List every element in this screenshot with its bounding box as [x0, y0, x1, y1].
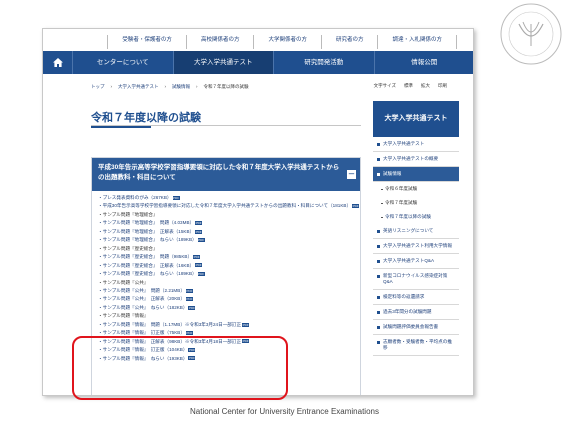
pdf-icon: PDF	[195, 263, 203, 268]
list-item-label: サンプル問題『歴史総合』	[102, 245, 158, 251]
nav-research[interactable]: 研究開発活動	[274, 51, 375, 74]
print-button[interactable]: 印刷	[438, 83, 447, 89]
title-underline	[91, 126, 151, 128]
document-link[interactable]: ・サンプル問題『歴史総合』 正解表（16KB） PDF	[98, 262, 354, 270]
list-item-label: サンプル問題『歴史総合』 ねらい（189KB）	[102, 271, 197, 277]
font-size-label: 文字サイズ	[373, 83, 396, 88]
list-item-label: サンプル問題『公共』	[102, 279, 149, 285]
sidebar-item[interactable]: 志願者数・受験者数・平均点の推移	[373, 335, 459, 356]
document-link[interactable]: ・サンプル問題『情報』 問題（1.17MB）※令和3年3月24日一部訂正 PDF	[98, 321, 354, 329]
document-link[interactable]: ・平成30年告示高等学校学習指導要領に対応した令和７年度大学入学共通テストからの…	[98, 202, 360, 210]
breadcrumb-top[interactable]: トップ	[91, 84, 105, 90]
sidebar-item[interactable]: 令和７年度試験	[373, 196, 459, 210]
highlight-box	[72, 336, 288, 400]
document-link[interactable]: ・サンプル問題『公共』 問題（2.21MB） PDF	[98, 287, 354, 295]
list-item-label: サンプル問題『情報』	[102, 313, 149, 319]
toplink-procurement[interactable]: 調達・入札関係の方	[378, 35, 457, 49]
document-link[interactable]: ・プレス発表資料のがみ（267KB） PDF	[98, 194, 354, 202]
toplink-researchers[interactable]: 研究者の方	[322, 35, 379, 49]
pdf-icon: PDF	[195, 221, 203, 226]
nav-about[interactable]: センターについて	[73, 51, 174, 74]
breadcrumb: トップ › 大学入学共通テスト › 試験情報 › 令和７年度以降の試験	[91, 84, 249, 90]
sidebar-item[interactable]: 大学入学共通テストQ&A	[373, 254, 459, 269]
sidebar-item[interactable]: 大学入学共通テストの概要	[373, 152, 459, 167]
home-icon	[52, 58, 63, 67]
breadcrumb-exam-info[interactable]: 試験情報	[172, 84, 190, 90]
document-link[interactable]: ・サンプル問題『地理総合』 問題（4.03MB） PDF	[98, 219, 354, 227]
list-heading: ・サンプル問題『公共』	[98, 279, 149, 285]
pdf-icon: PDF	[195, 229, 203, 234]
breadcrumb-current: 令和７年度以降の試験	[203, 84, 249, 89]
sidebar: 大学入学共通テスト 大学入学共通テスト 大学入学共通テストの概要 試験情報 令和６年度…	[373, 101, 459, 356]
sidebar-item[interactable]: 令和６年度試験	[373, 182, 459, 196]
sidebar-item[interactable]: 英語リスニングについて	[373, 224, 459, 239]
font-size-large-button[interactable]: 拡大	[421, 83, 430, 89]
pdf-icon: PDF	[193, 254, 201, 259]
list-item-label: サンプル問題『地理総合』 ねらい（189KB）	[102, 237, 197, 243]
list-item-label: サンプル問題『地理総合』 正解表（15KB）	[102, 228, 195, 234]
panel-header: 平成30年告示高等学校学習指導要領に対応した令和７年度大学入学共通テストからの出…	[92, 158, 360, 191]
sidebar-item[interactable]: 大学入学共通テスト	[373, 137, 459, 152]
pdf-icon: PDF	[242, 322, 250, 327]
panel-title: 平成30年告示高等学校学習指導要領に対応した令和７年度大学入学共通テストからの出…	[98, 164, 340, 181]
slide-caption: National Center for University Entrance …	[190, 407, 379, 416]
collapse-button[interactable]: －	[347, 170, 356, 179]
list-item-label: サンプル問題『歴史総合』 問題（985KB）	[102, 254, 193, 260]
sidebar-item[interactable]: 試験問題評価委員会報告書	[373, 320, 459, 335]
list-item-label: サンプル問題『地理総合』 問題（4.03MB）	[102, 220, 195, 226]
logo-seal-icon	[500, 3, 562, 65]
list-heading: ・サンプル問題『地理総合』	[98, 211, 158, 217]
list-item-label: サンプル問題『公共』 ねらい（182KB）	[102, 304, 188, 310]
home-button[interactable]	[43, 51, 73, 74]
document-link[interactable]: ・サンプル問題『公共』 正解表（20KB） PDF	[98, 295, 354, 303]
document-link[interactable]: ・サンプル問題『公共』 ねらい（182KB） PDF	[98, 304, 354, 312]
pdf-icon: PDF	[185, 288, 193, 293]
document-link[interactable]: ・サンプル問題『歴史総合』 問題（985KB） PDF	[98, 253, 354, 261]
pdf-icon: PDF	[188, 305, 196, 310]
list-item-label: サンプル問題『情報』 問題（1.17MB）※令和3年3月24日一部訂正	[102, 321, 242, 327]
sidebar-title: 大学入学共通テスト	[373, 101, 459, 137]
list-item-label: サンプル問題『公共』 問題（2.21MB）	[102, 287, 185, 293]
pdf-icon: PDF	[185, 331, 193, 336]
breadcrumb-common-test[interactable]: 大学入学共通テスト	[118, 84, 159, 90]
document-link[interactable]: ・サンプル問題『歴史総合』 ねらい（189KB） PDF	[98, 270, 354, 278]
sidebar-item[interactable]: 過去3年間分の試験問題	[373, 305, 459, 320]
slide: 受験者・保護者の方 高校関係者の方 大学関係者の方 研究者の方 調達・入札関係の…	[0, 0, 569, 425]
font-size-controls: 文字サイズ 標準 拡大 印刷	[374, 83, 447, 89]
top-links: 受験者・保護者の方 高校関係者の方 大学関係者の方 研究者の方 調達・入札関係の…	[43, 35, 473, 49]
pdf-icon: PDF	[197, 271, 205, 276]
pdf-icon: PDF	[172, 195, 180, 200]
font-size-standard-button[interactable]: 標準	[404, 83, 413, 89]
page-title: 令和７年度以降の試験	[91, 112, 201, 124]
document-link[interactable]: ・サンプル問題『地理総合』 ねらい（189KB） PDF	[98, 236, 354, 244]
nav-disclosure[interactable]: 情報公開	[375, 51, 474, 74]
list-item-label: サンプル問題『歴史総合』 正解表（16KB）	[102, 262, 195, 268]
sidebar-list: 大学入学共通テスト 大学入学共通テストの概要 試験情報 令和６年度試験 令和７年度試験令…	[373, 137, 459, 356]
pdf-icon: PDF	[197, 238, 205, 243]
list-item-label: サンプル問題『公共』 正解表（20KB）	[102, 296, 185, 302]
toplink-highschool[interactable]: 高校関係者の方	[187, 35, 255, 49]
sidebar-item[interactable]: 検定料等の返還請求	[373, 290, 459, 305]
list-item-label: 平成30年告示高等学校学習指導要領に対応した令和７年度大学入学共通テストからの出…	[102, 203, 352, 209]
sidebar-item[interactable]: 令和７年度以降の試験	[373, 210, 459, 224]
list-heading: ・サンプル問題『歴史総合』	[98, 245, 158, 251]
document-link[interactable]: ・サンプル問題『地理総合』 正解表（15KB） PDF	[98, 228, 354, 236]
sidebar-item[interactable]: 新型コロナウイルス感染症対策Q&A	[373, 269, 459, 290]
pdf-icon: PDF	[352, 204, 360, 209]
sidebar-item[interactable]: 試験情報	[373, 167, 459, 182]
main-nav: センターについて 大学入学共通テスト 研究開発活動 情報公開	[43, 51, 474, 74]
nav-common-test[interactable]: 大学入学共通テスト	[173, 51, 274, 74]
list-heading: ・サンプル問題『情報』	[98, 313, 149, 319]
pdf-icon: PDF	[185, 297, 193, 302]
toplink-examinees[interactable]: 受験者・保護者の方	[107, 35, 187, 49]
toplink-university[interactable]: 大学関係者の方	[254, 35, 322, 49]
list-item-label: プレス発表資料のがみ（267KB）	[102, 195, 172, 200]
sidebar-item[interactable]: 大学入学共通テスト利用大学情報	[373, 239, 459, 254]
list-item-label: サンプル問題『情報』 訂正版（75KB）	[102, 330, 185, 336]
list-item-label: サンプル問題『地理総合』	[102, 211, 158, 217]
